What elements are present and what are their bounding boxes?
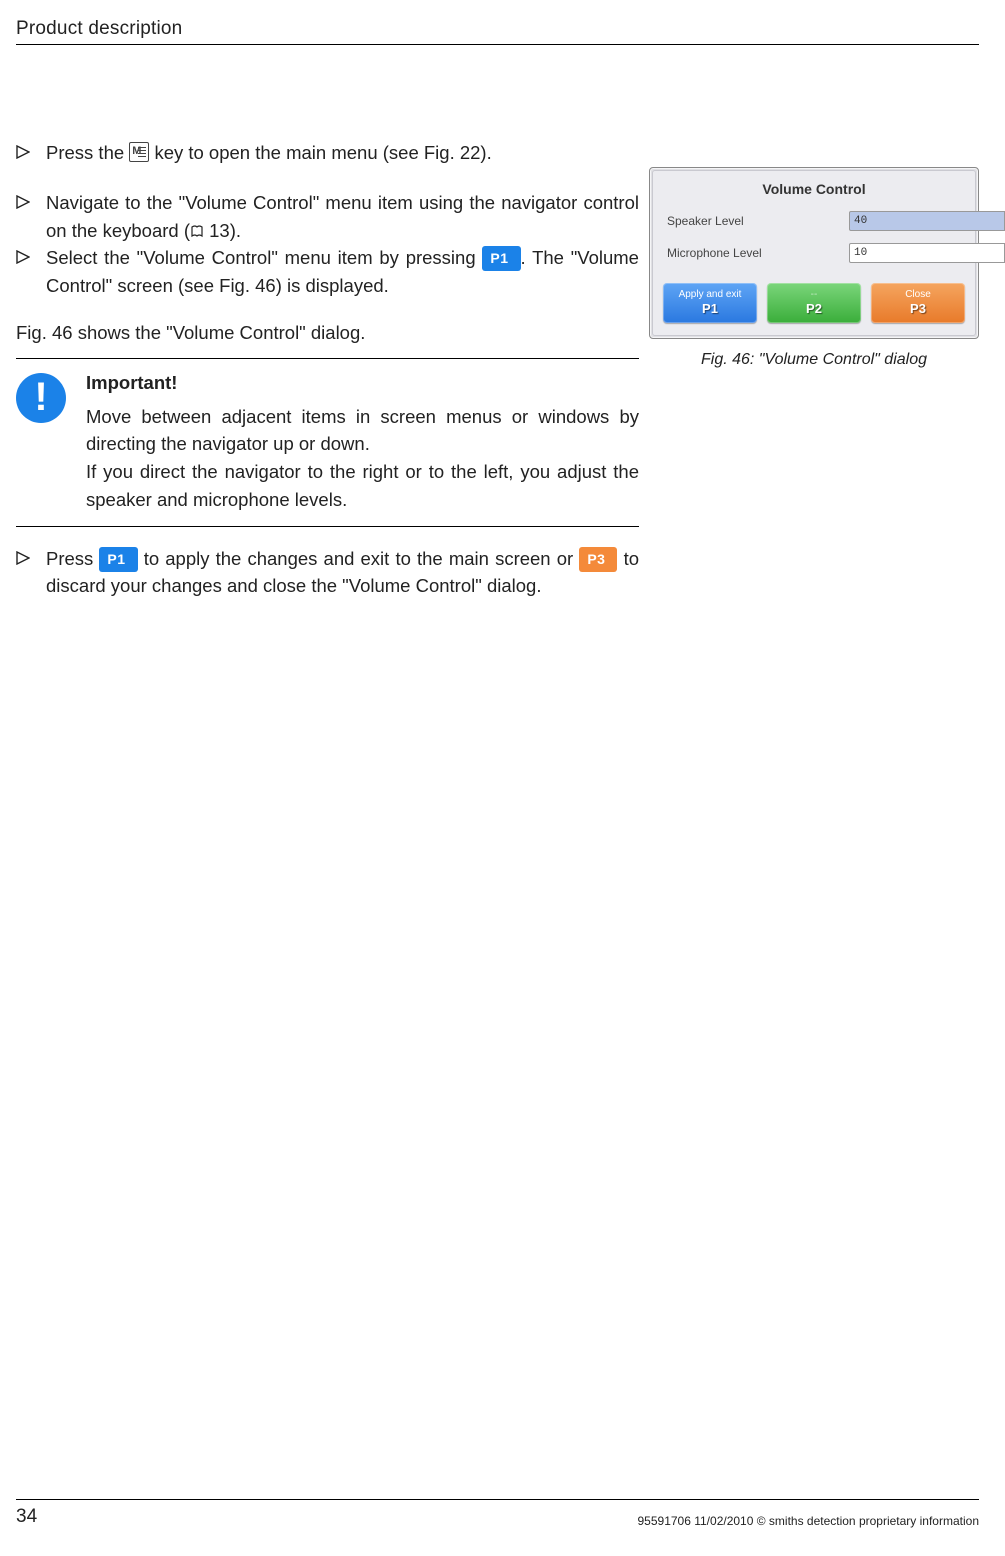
important-line-2: If you direct the navigator to the right… [86,458,639,514]
section-header: Product description [16,18,979,45]
step-4: Press P1 to apply the changes and exit t… [16,545,639,601]
m-key-icon [129,142,149,162]
step-1: Press the key to open the main menu (see… [16,139,639,167]
figure-caption: Fig. 46: "Volume Control" dialog [649,351,979,369]
button-key-label: P3 [910,301,926,317]
button-top-label: Apply and exit [679,289,742,301]
speaker-level-label: Speaker Level [667,214,849,228]
p1-badge-icon: P1 [482,246,520,271]
page-number: 34 [16,1506,37,1528]
bullet-triangle-icon [16,189,46,245]
button-top-label: Close [905,289,931,301]
figure-intro-text: Fig. 46 shows the "Volume Control" dialo… [16,322,639,344]
bullet-triangle-icon [16,244,46,300]
close-button[interactable]: Close P3 [871,283,965,323]
microphone-level-row: Microphone Level ▲▼ [653,237,975,269]
bullet-triangle-icon [16,139,46,167]
step-1-text-a: Press the [46,142,129,163]
volume-control-dialog: Volume Control Speaker Level ▲▼ Micropho… [649,167,979,339]
dialog-title: Volume Control [653,171,975,205]
step-3: Select the "Volume Control" menu item by… [16,244,639,300]
step-4-text-a: Press [46,548,99,569]
microphone-level-input[interactable] [849,243,1005,263]
bullet-triangle-icon [16,545,46,601]
important-line-1: Move between adjacent items in screen me… [86,403,639,459]
microphone-level-label: Microphone Level [667,246,849,260]
footer-proprietary-text: 95591706 11/02/2010 © smiths detection p… [638,1514,980,1528]
step-2-text-b: 13). [204,220,241,241]
speaker-level-row: Speaker Level ▲▼ [653,205,975,237]
p2-button[interactable]: -- P2 [767,283,861,323]
apply-and-exit-button[interactable]: Apply and exit P1 [663,283,757,323]
instruction-column: Press the key to open the main menu (see… [16,139,639,600]
button-top-label: -- [811,289,818,301]
page-footer: 34 95591706 11/02/2010 © smiths detectio… [16,1499,979,1528]
p3-badge-icon: P3 [579,547,617,572]
step-4-text-b: to apply the changes and exit to the mai… [144,548,580,569]
step-3-text-a: Select the "Volume Control" menu item by… [46,247,482,268]
important-exclamation-icon: ! [16,373,66,423]
button-key-label: P2 [806,301,822,317]
step-2-text-a: Navigate to the "Volume Control" menu it… [46,192,639,241]
book-ref-icon [190,218,204,232]
p1-badge-icon: P1 [99,547,137,572]
important-callout: ! Important! Move between adjacent items… [16,358,639,527]
button-key-label: P1 [702,301,718,317]
important-heading: Important! [86,369,639,397]
speaker-level-input[interactable] [849,211,1005,231]
step-1-text-b: key to open the main menu (see Fig. 22). [154,142,491,163]
step-2: Navigate to the "Volume Control" menu it… [16,189,639,245]
